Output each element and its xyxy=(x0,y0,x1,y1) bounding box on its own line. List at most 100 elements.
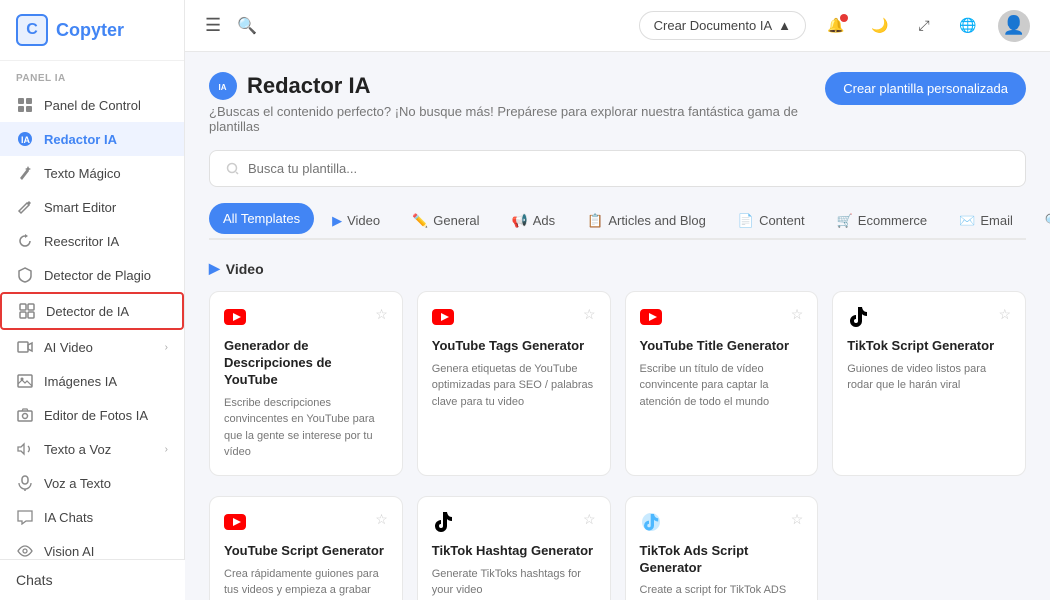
tab-seo[interactable]: 🔍 SEO xyxy=(1031,205,1050,237)
sidebar-item-smart-editor[interactable]: Smart Editor xyxy=(0,190,184,224)
content-area: IA Redactor IA ¿Buscas el contenido perf… xyxy=(185,52,1050,600)
card-title: Generador de Descripciones de YouTube xyxy=(224,338,388,389)
sidebar-item-ia-chats[interactable]: IA Chats xyxy=(0,500,184,534)
card-yt-script[interactable]: ☆ YouTube Script Generator Crea rápidame… xyxy=(209,496,403,600)
card-desc: Create a script for TikTok ADS only from… xyxy=(640,582,804,600)
card-top: ☆ xyxy=(640,511,804,533)
create-template-button[interactable]: Crear plantilla personalizada xyxy=(825,72,1026,105)
sidebar-item-label: Voz a Texto xyxy=(44,476,168,491)
sidebar-item-reescritor[interactable]: Reescritor IA xyxy=(0,224,184,258)
card-top: ☆ xyxy=(640,306,804,328)
page-title-icon: IA xyxy=(209,72,237,100)
image-icon xyxy=(16,372,34,390)
card-desc: Crea rápidamente guiones para tus videos… xyxy=(224,566,388,599)
tab-content[interactable]: 📄 Content xyxy=(724,205,819,237)
tab-ads[interactable]: 📢 Ads xyxy=(498,205,570,237)
tab-label: Content xyxy=(759,213,805,228)
card-desc: Escribe descripciones convincentes en Yo… xyxy=(224,395,388,461)
sidebar-item-label: Detector de Plagio xyxy=(44,268,168,283)
tiktok-icon xyxy=(847,306,869,328)
sidebar-item-texto-voz[interactable]: Texto a Voz › xyxy=(0,432,184,466)
logo[interactable]: C Copyter xyxy=(0,0,184,61)
chats-bar[interactable]: Chats xyxy=(0,559,185,600)
redactor-icon: IA xyxy=(16,130,34,148)
card-top: ☆ xyxy=(432,511,596,533)
camera-icon xyxy=(16,406,34,424)
tiktok-icon xyxy=(432,511,454,533)
sound-icon xyxy=(16,440,34,458)
tab-all-templates[interactable]: All Templates xyxy=(209,203,314,234)
star-icon[interactable]: ☆ xyxy=(791,511,804,528)
tab-label: General xyxy=(433,213,479,228)
create-doc-label: Crear Documento IA xyxy=(654,18,773,33)
video-tab-icon: ▶ xyxy=(332,213,342,229)
card-yt-title[interactable]: ☆ YouTube Title Generator Escribe un tít… xyxy=(625,291,819,476)
svg-text:IA: IA xyxy=(21,135,31,145)
card-title: YouTube Title Generator xyxy=(640,338,804,355)
shield-icon xyxy=(16,266,34,284)
video-section-heading: ▶ Video xyxy=(209,260,1026,277)
tab-general[interactable]: ✏️ General xyxy=(398,205,493,237)
sidebar-section-label: PANEL IA xyxy=(0,61,184,88)
youtube-icon xyxy=(224,511,246,533)
tab-label: All Templates xyxy=(223,211,300,226)
card-title: TikTok Hashtag Generator xyxy=(432,543,596,560)
tab-video[interactable]: ▶ Video xyxy=(318,205,394,237)
menu-icon[interactable]: ☰ xyxy=(205,15,221,36)
card-tiktok-ads[interactable]: ☆ TikTok Ads Script Generator Create a s… xyxy=(625,496,819,600)
tab-email[interactable]: ✉️ Email xyxy=(945,205,1027,237)
sidebar-item-panel-control[interactable]: Panel de Control xyxy=(0,88,184,122)
svg-text:IA: IA xyxy=(219,83,227,92)
star-icon[interactable]: ☆ xyxy=(375,306,388,323)
tabs-bar: All Templates ▶ Video ✏️ General 📢 Ads 📋… xyxy=(209,203,1026,240)
card-top: ☆ xyxy=(224,306,388,328)
sidebar: C Copyter PANEL IA Panel de Control IA R… xyxy=(0,0,185,600)
star-icon[interactable]: ☆ xyxy=(583,511,596,528)
chats-label: Chats xyxy=(16,572,53,588)
card-top: ☆ xyxy=(847,306,1011,328)
page-subtitle: ¿Buscas el contenido perfecto? ¡No busqu… xyxy=(209,104,825,134)
sidebar-item-detector-plagio[interactable]: Detector de Plagio xyxy=(0,258,184,292)
search-input[interactable] xyxy=(248,161,1009,176)
sidebar-item-label: Reescritor IA xyxy=(44,234,168,249)
sidebar-item-label: Redactor IA xyxy=(44,132,168,147)
notifications-icon[interactable]: 🔔 xyxy=(822,12,850,40)
search-field-icon xyxy=(226,162,240,176)
star-icon[interactable]: ☆ xyxy=(375,511,388,528)
fullscreen-icon[interactable]: ⤢ xyxy=(910,12,938,40)
card-yt-tags[interactable]: ☆ YouTube Tags Generator Genera etiqueta… xyxy=(417,291,611,476)
star-icon[interactable]: ☆ xyxy=(583,306,596,323)
card-title: YouTube Script Generator xyxy=(224,543,388,560)
sidebar-item-voz-texto[interactable]: Voz a Texto xyxy=(0,466,184,500)
card-tiktok-hashtag[interactable]: ☆ TikTok Hashtag Generator Generate TikT… xyxy=(417,496,611,600)
star-icon[interactable]: ☆ xyxy=(791,306,804,323)
search-icon[interactable]: 🔍 xyxy=(237,16,257,36)
sidebar-item-redactor-ia[interactable]: IA Redactor IA xyxy=(0,122,184,156)
video-cards-row2: ☆ YouTube Script Generator Crea rápidame… xyxy=(209,496,1026,600)
tab-articles[interactable]: 📋 Articles and Blog xyxy=(573,205,720,237)
card-yt-desc[interactable]: ☆ Generador de Descripciones de YouTube … xyxy=(209,291,403,476)
language-icon[interactable]: 🌐 xyxy=(954,12,982,40)
grid-icon xyxy=(16,96,34,114)
sidebar-item-ai-video[interactable]: AI Video › xyxy=(0,330,184,364)
tab-ecommerce[interactable]: 🛒 Ecommerce xyxy=(823,205,942,237)
sidebar-item-editor-fotos[interactable]: Editor de Fotos IA xyxy=(0,398,184,432)
ads-tab-icon: 📢 xyxy=(512,213,528,229)
main-content: ☰ 🔍 Crear Documento IA ▲ 🔔 🌙 ⤢ 🌐 👤 IA Re… xyxy=(185,0,1050,600)
mic-icon xyxy=(16,474,34,492)
dark-mode-icon[interactable]: 🌙 xyxy=(866,12,894,40)
sidebar-item-texto-magico[interactable]: Texto Mágico xyxy=(0,156,184,190)
youtube-icon xyxy=(640,306,662,328)
seo-tab-icon: 🔍 xyxy=(1045,213,1050,229)
youtube-icon xyxy=(432,306,454,328)
logo-text: Copyter xyxy=(56,20,124,41)
sidebar-item-imagenes[interactable]: Imágenes IA xyxy=(0,364,184,398)
eye-icon xyxy=(16,542,34,560)
video-section-label: Video xyxy=(226,261,264,277)
user-avatar[interactable]: 👤 xyxy=(998,10,1030,42)
sidebar-item-detector-ia[interactable]: Detector de IA xyxy=(0,292,184,330)
card-tiktok-script[interactable]: ☆ TikTok Script Generator Guiones de vid… xyxy=(832,291,1026,476)
video-icon xyxy=(16,338,34,356)
star-icon[interactable]: ☆ xyxy=(998,306,1011,323)
create-doc-button[interactable]: Crear Documento IA ▲ xyxy=(639,11,806,40)
